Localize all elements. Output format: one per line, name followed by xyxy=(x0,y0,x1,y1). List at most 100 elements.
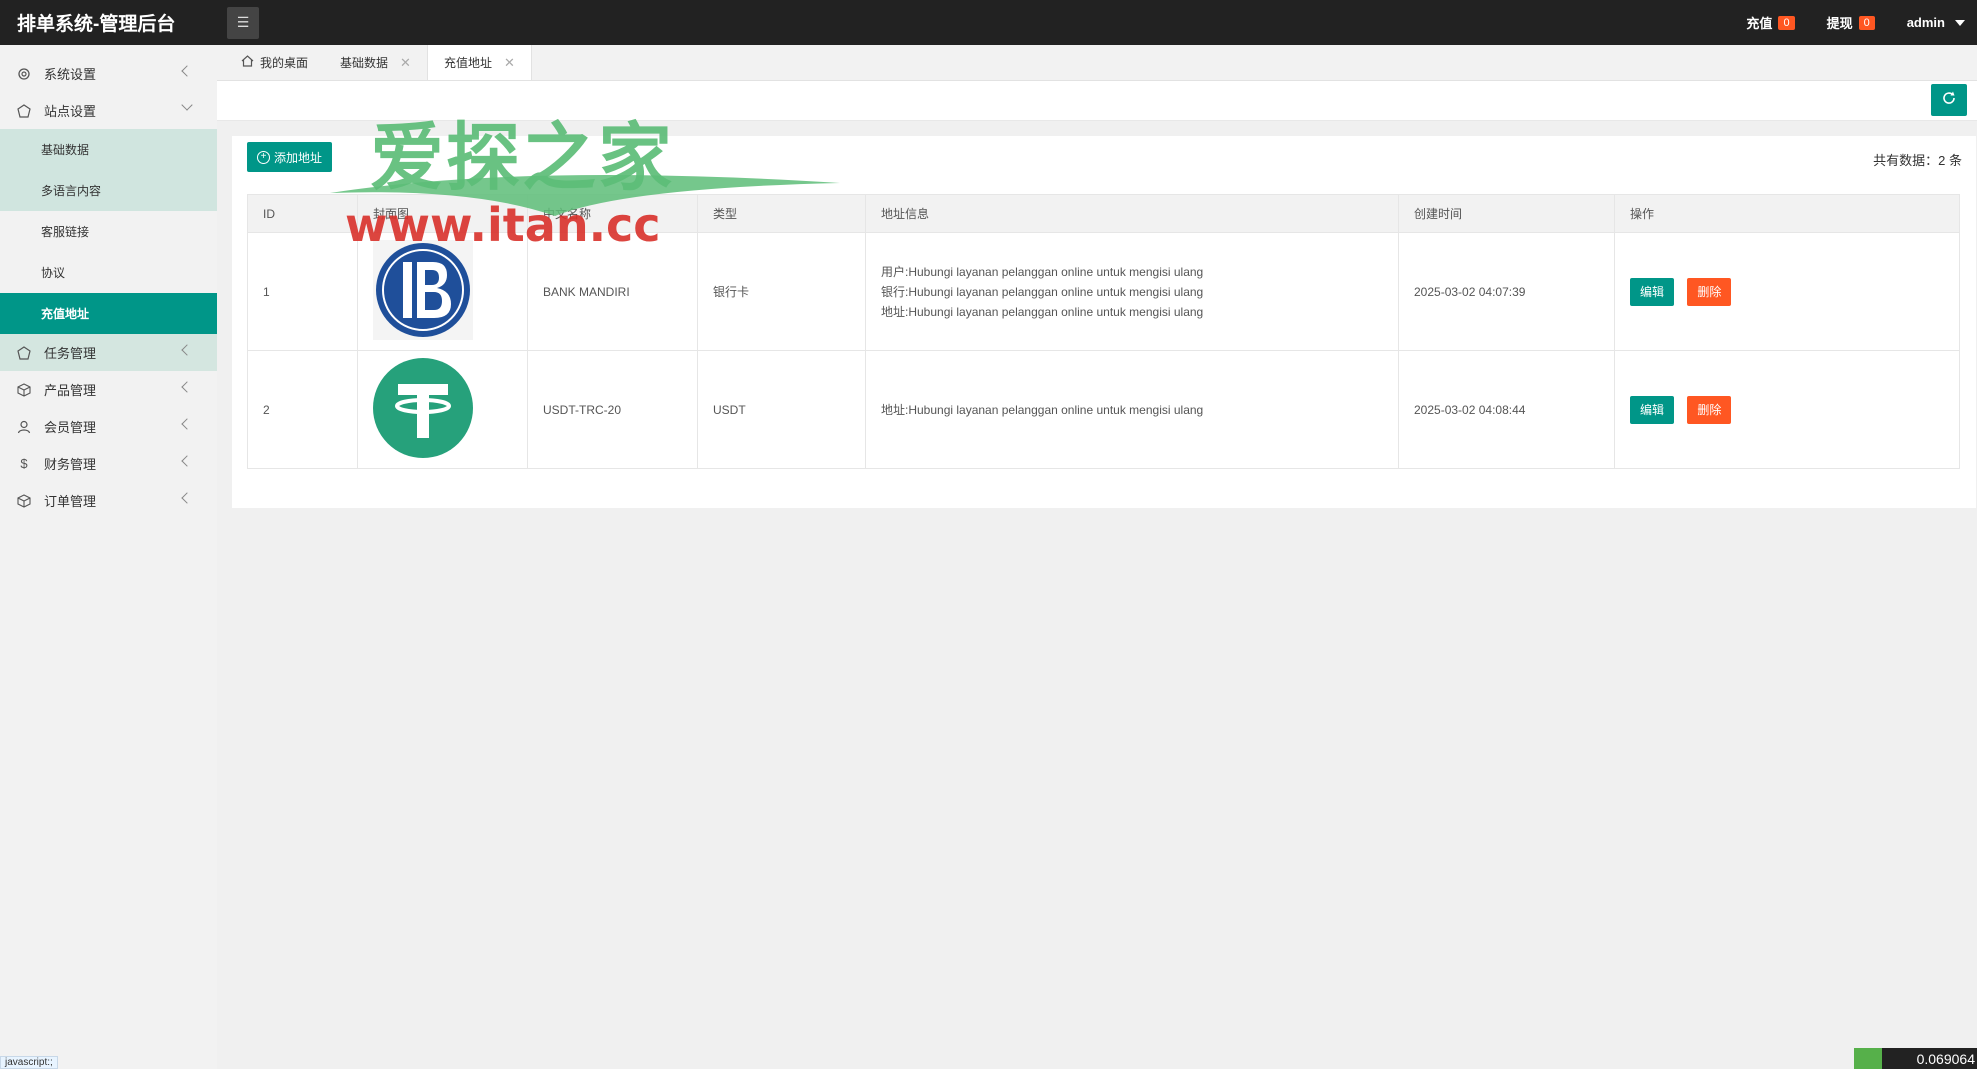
sidebar-item-label: 任务管理 xyxy=(44,346,97,361)
recharge-badge: 0 xyxy=(1778,15,1795,30)
user-name: admin xyxy=(1906,15,1945,30)
add-address-button[interactable]: + 添加地址 xyxy=(247,142,333,172)
edit-button[interactable]: 编辑 xyxy=(1630,277,1675,306)
cell-type: 银行卡 xyxy=(697,232,866,351)
plus-circle-icon: + xyxy=(257,150,270,164)
sidebar-item-order[interactable]: 订单管理 xyxy=(0,482,217,519)
chevron-left-icon xyxy=(181,65,193,77)
tether-logo-icon xyxy=(373,358,473,458)
total-count: 共有数据：2 条 xyxy=(1873,153,1962,168)
cell-cover xyxy=(357,350,528,469)
sidebar-item-label: 订单管理 xyxy=(44,494,97,509)
chevron-left-icon xyxy=(181,344,193,356)
cell-type: USDT xyxy=(697,350,866,469)
withdraw-link[interactable]: 提现 0 xyxy=(1827,13,1875,32)
tab-label: 基础数据 xyxy=(340,56,389,70)
refresh-icon xyxy=(1941,90,1957,111)
sidebar-sub-service-link[interactable]: 客服链接 xyxy=(0,211,217,252)
tab-home[interactable]: 我的桌面 xyxy=(225,45,324,80)
top-header: 排单系统-管理后台 ☰ 充值 0 提现 0 admin xyxy=(0,0,1977,45)
col-header-actions: 操作 xyxy=(1614,194,1960,233)
sidebar-item-label: 系统设置 xyxy=(44,67,97,82)
recharge-link[interactable]: 充值 0 xyxy=(1746,13,1795,32)
sidebar-item-system-settings[interactable]: 系统设置 xyxy=(0,55,217,92)
address-line: 地址:Hubungi layanan pelanggan online untu… xyxy=(881,402,1204,417)
col-header-name: 中文名称 xyxy=(527,194,698,233)
col-header-type: 类型 xyxy=(697,194,866,233)
cube-icon xyxy=(16,382,32,398)
col-header-address: 地址信息 xyxy=(865,194,1399,233)
address-line: 银行:Hubungi layanan pelanggan online untu… xyxy=(881,284,1204,299)
cell-address: 地址:Hubungi layanan pelanggan online untu… xyxy=(865,350,1399,469)
close-icon[interactable]: ✕ xyxy=(504,55,515,71)
chevron-down-icon xyxy=(181,99,193,111)
chevron-left-icon xyxy=(181,381,193,393)
home-icon xyxy=(241,55,254,70)
withdraw-label: 提现 xyxy=(1826,16,1853,31)
table-row: 2 USDT-TRC-20 USDT 地址:Hubungi layanan pe… xyxy=(247,350,1960,469)
sidebar-item-site-settings[interactable]: 站点设置 xyxy=(0,92,217,129)
chevron-left-icon xyxy=(181,492,193,504)
tab-label: 我的桌面 xyxy=(260,56,309,70)
dollar-icon: $ xyxy=(20,456,28,471)
cell-cover xyxy=(357,232,528,351)
cell-id: 2 xyxy=(247,350,358,469)
col-header-cover: 封面图 xyxy=(357,194,528,233)
tab-bar: 我的桌面 基础数据 ✕ 充值地址 ✕ xyxy=(217,45,1977,81)
corner-value: 0.069064 xyxy=(1882,1048,1977,1069)
col-header-created: 创建时间 xyxy=(1398,194,1615,233)
cell-name: BANK MANDIRI xyxy=(527,232,698,351)
sidebar-item-label: 会员管理 xyxy=(44,420,97,435)
bank-logo-icon xyxy=(373,240,473,340)
sidebar-sub-multilang[interactable]: 多语言内容 xyxy=(0,170,217,211)
sidebar-item-product[interactable]: 产品管理 xyxy=(0,371,217,408)
table-row: 1 BANK MANDIRI 银行卡 用户:Hubungi layanan pe… xyxy=(247,232,1960,351)
user-icon xyxy=(16,419,32,435)
sidebar-item-label: 站点设置 xyxy=(44,104,97,119)
sidebar-item-finance[interactable]: $ 财务管理 xyxy=(0,445,217,482)
add-address-label: 添加地址 xyxy=(274,150,323,165)
cell-address: 用户:Hubungi layanan pelanggan online untu… xyxy=(865,232,1399,351)
refresh-button[interactable] xyxy=(1931,84,1967,116)
cell-actions: 编辑 删除 xyxy=(1614,232,1960,351)
sidebar-sub-agreement[interactable]: 协议 xyxy=(0,252,217,293)
cell-name: USDT-TRC-20 xyxy=(527,350,698,469)
menu-icon: ☰ xyxy=(236,14,250,30)
cell-id: 1 xyxy=(247,232,358,351)
sidebar-item-label: 产品管理 xyxy=(44,383,97,398)
sidebar-item-task[interactable]: 任务管理 xyxy=(0,334,217,371)
withdraw-badge: 0 xyxy=(1858,15,1875,30)
recharge-label: 充值 xyxy=(1746,16,1773,31)
close-icon[interactable]: ✕ xyxy=(400,55,411,71)
tab-basic-data[interactable]: 基础数据 ✕ xyxy=(324,45,427,80)
sidebar-item-member[interactable]: 会员管理 xyxy=(0,408,217,445)
cube-icon xyxy=(16,493,32,509)
gear-icon xyxy=(16,66,32,82)
edit-button[interactable]: 编辑 xyxy=(1630,395,1675,424)
cell-created: 2025-03-02 04:07:39 xyxy=(1398,232,1615,351)
chevron-left-icon xyxy=(181,418,193,430)
cell-created: 2025-03-02 04:08:44 xyxy=(1398,350,1615,469)
menu-toggle-button[interactable]: ☰ xyxy=(227,6,259,39)
user-menu[interactable]: admin xyxy=(1907,15,1965,30)
table-header-row: ID 封面图 中文名称 类型 地址信息 创建时间 操作 xyxy=(247,194,1960,233)
col-header-id: ID xyxy=(247,194,358,233)
tab-recharge-address[interactable]: 充值地址 ✕ xyxy=(426,45,532,80)
sidebar-sub-basic-data[interactable]: 基础数据 xyxy=(0,129,217,170)
delete-button[interactable]: 删除 xyxy=(1687,395,1732,424)
browser-status-bar: javascript:; xyxy=(0,1056,58,1069)
tab-label: 充值地址 xyxy=(443,56,492,70)
delete-button[interactable]: 删除 xyxy=(1687,277,1732,306)
address-line: 地址:Hubungi layanan pelanggan online untu… xyxy=(881,304,1204,319)
leaf-icon xyxy=(1854,1048,1882,1069)
task-icon xyxy=(16,345,32,361)
header-actions: 充值 0 提现 0 admin xyxy=(1746,0,1965,45)
sidebar: 系统设置 站点设置 基础数据 多语言内容 客服链接 协议 充值地址 任务管理 产… xyxy=(0,45,217,1069)
sidebar-sub-recharge-address[interactable]: 充值地址 xyxy=(0,293,217,334)
chevron-left-icon xyxy=(181,455,193,467)
address-table: ID 封面图 中文名称 类型 地址信息 创建时间 操作 1 BANK MANDI… xyxy=(247,194,1960,469)
app-title: 排单系统-管理后台 xyxy=(17,14,176,35)
settings-icon xyxy=(16,103,32,119)
sidebar-item-label: 财务管理 xyxy=(44,457,97,472)
caret-down-icon xyxy=(1955,19,1965,26)
